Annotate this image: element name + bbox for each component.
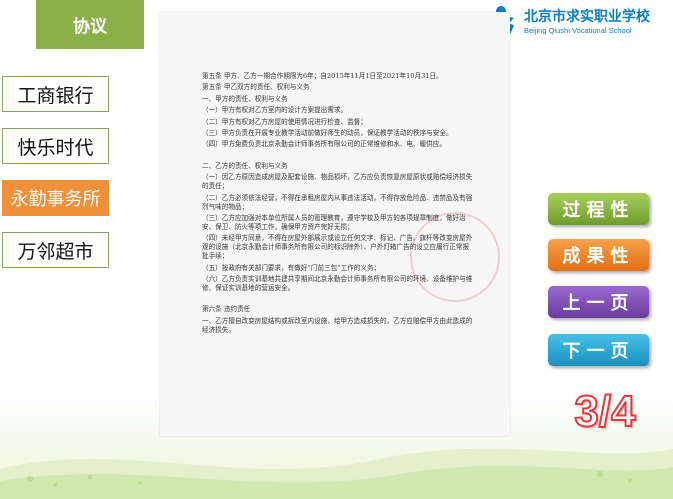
document-line: （六）乙方负责实训基地共建共享期间北京永勤会计师事务所有限公司的环境、设备维护与… xyxy=(202,275,473,293)
document-line: （二）甲方有权对乙方房屋的使用情况进行检查、监督； xyxy=(202,117,367,126)
document-line: 第五条 甲方、乙方一期合作期限为6年；自2015年11月1日至2021年10月3… xyxy=(202,72,443,80)
school-logo: 北京市求实职业学校 Beijing Qiushi Vocational Scho… xyxy=(484,2,669,42)
previous-page-button[interactable]: 上一页 xyxy=(548,286,649,318)
document-line: （三）甲方负责在开展专业教学活动前做好师生的动员，保证教学活动的秩序与安全。 xyxy=(202,128,453,137)
document-line: （四）甲方免费负责北京永勤会计师事务所有限公司的正常维修和水、电、暖供应。 xyxy=(202,140,446,149)
document-line: （一）甲方有权对乙方室内的设计方案提出需求。 xyxy=(202,106,348,115)
document-line: （五）按政府有关部门要求，有做好“门前三包”工作的义务； xyxy=(202,263,381,272)
process-button[interactable]: 过程性 xyxy=(548,193,649,225)
next-page-button[interactable]: 下一页 xyxy=(548,334,649,366)
document-line: 一、乙方擅自改变房屋结构或拆改室内设施，给甲方造成损失的，乙方应赔偿甲方由此造成… xyxy=(202,316,473,334)
result-button[interactable]: 成果性 xyxy=(548,239,649,271)
sidebar-item-yongqin[interactable]: 永勤事务所 xyxy=(2,180,109,216)
document-text: 第五条 甲方、乙方一期合作期限为6年；自2015年11月1日至2021年10月3… xyxy=(202,72,474,337)
document-line: 二、乙方的责任、权利与义务 xyxy=(202,161,288,170)
school-name-en: Beijing Qiushi Vocational School xyxy=(524,25,632,35)
document-line: （一）因乙方原因造成房屋及配套设施、物品损坏，乙方应负责恢复房屋原状或赔偿经济损… xyxy=(202,173,473,191)
sidebar-item-wanlin[interactable]: 万邻超市 xyxy=(2,232,109,268)
document-line: 第五条 甲乙双方的责任、权利与义务 xyxy=(202,83,310,92)
document-line: （四）未经甲方同意，不得在房屋外部展示或设立任何文字、标记、广告、旗杆等改变房屋… xyxy=(202,234,473,261)
document-line: （二）乙方必须依法经营，不得在承租房屋内从事违法活动，不得存放危险品、违禁品及有… xyxy=(202,193,473,211)
school-name-cn: 北京市求实职业学校 xyxy=(524,8,650,25)
agreement-document: 第五条 甲方、乙方一期合作期限为6年；自2015年11月1日至2021年10月3… xyxy=(160,12,510,436)
sidebar-item-icbc[interactable]: 工商银行 xyxy=(2,76,109,112)
document-line: 一、甲方的责任、权利与义务 xyxy=(202,94,288,103)
page-indicator: 3/4 xyxy=(573,387,636,437)
sidebar-item-happy-times[interactable]: 快乐时代 xyxy=(2,128,109,164)
document-line: 第六条 违约责任 xyxy=(202,305,251,314)
page-title: 协议 xyxy=(36,0,144,49)
document-line: （三）乙方应加强对本单位所属人员的管理教育，遵守学校及甲方的各项规章制度，做好治… xyxy=(202,213,466,231)
